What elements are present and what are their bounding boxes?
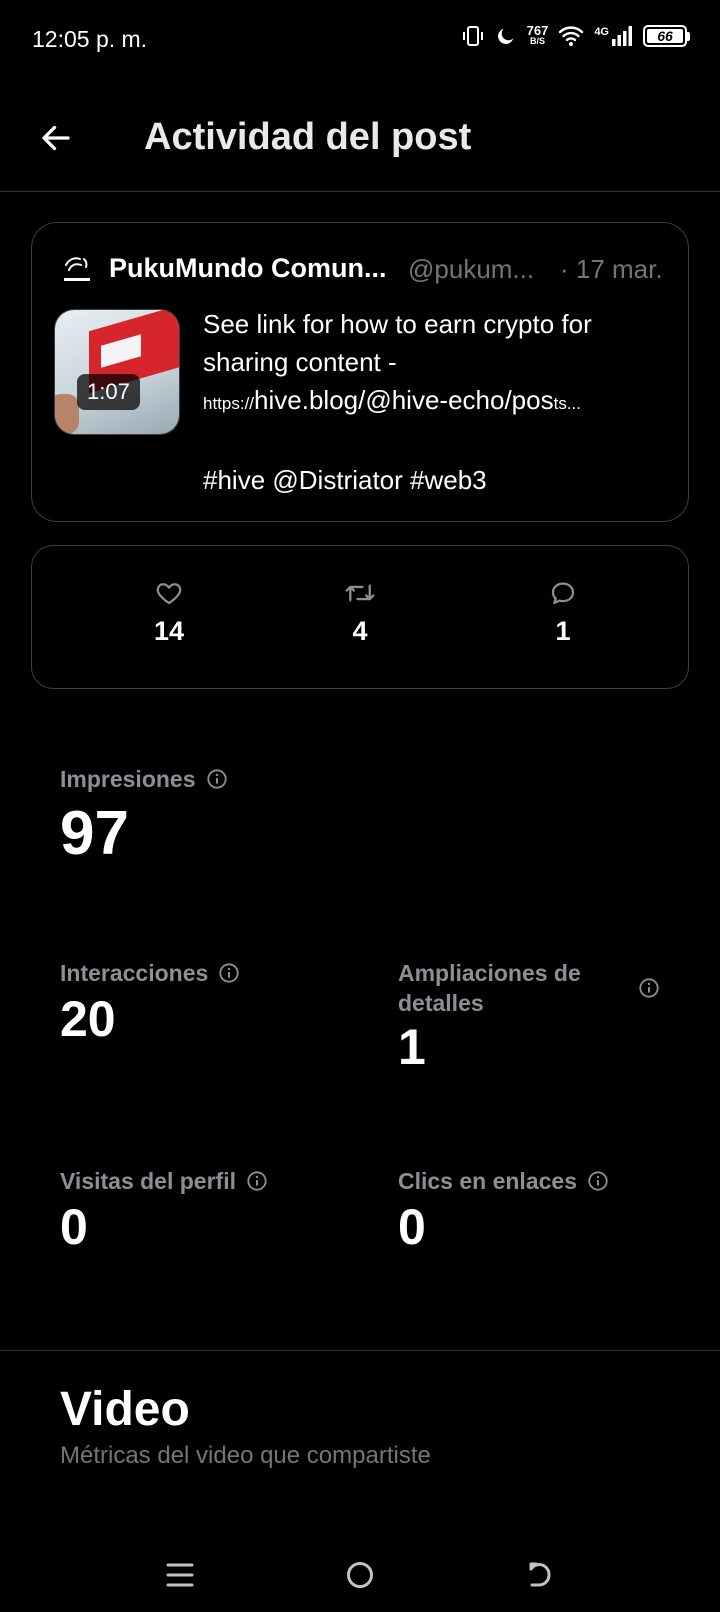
impressions-label: Impresiones bbox=[60, 766, 196, 792]
info-icon[interactable] bbox=[638, 977, 660, 999]
video-section-title: Video bbox=[60, 1383, 190, 1436]
wifi-icon bbox=[559, 26, 584, 46]
status-icons: 767 B/S 4G 66 bbox=[461, 24, 690, 48]
replies-count: 1 bbox=[555, 616, 571, 646]
info-icon[interactable] bbox=[218, 962, 240, 984]
page-title: Actividad del post bbox=[144, 116, 472, 158]
arrow-left-icon bbox=[42, 125, 70, 151]
profile-visits-label: Visitas del perfil bbox=[60, 1168, 236, 1194]
signal-icon bbox=[612, 26, 632, 46]
author-avatar[interactable] bbox=[60, 253, 94, 287]
likes-count: 14 bbox=[153, 616, 185, 646]
post-text: See link for how to earn crypto for shar… bbox=[203, 305, 663, 499]
profile-visits-metric: Visitas del perfil 0 bbox=[60, 1166, 268, 1256]
interactions-value: 20 bbox=[60, 991, 116, 1047]
interactions-metric: Interacciones 20 bbox=[60, 958, 240, 1048]
top-app-bar: Actividad del post bbox=[0, 90, 720, 192]
reply-bubble-icon bbox=[551, 582, 575, 605]
network-type: 4G bbox=[594, 26, 609, 38]
replies-stat: 1 bbox=[503, 578, 623, 647]
post-date: · 17 mar. bbox=[560, 254, 663, 284]
interactions-label: Interacciones bbox=[60, 960, 209, 986]
detail-expands-label-line: detalles bbox=[398, 990, 484, 1016]
author-handle[interactable]: @pukum... bbox=[408, 254, 548, 285]
section-divider bbox=[0, 1350, 720, 1351]
pukumundo-logo-icon bbox=[64, 257, 90, 281]
info-icon[interactable] bbox=[587, 1170, 609, 1192]
heart-icon bbox=[156, 583, 182, 605]
post-activity-screen: 12:05 p. m. 767 B/S 4G 66 Actividad del … bbox=[0, 0, 720, 1612]
post-text-line: sharing content - bbox=[203, 347, 397, 377]
engagement-summary: 14 4 1 bbox=[31, 545, 689, 689]
network-speed-unit: B/S bbox=[529, 36, 545, 46]
repost-icon bbox=[345, 584, 375, 602]
home-circle-icon bbox=[347, 1562, 373, 1588]
detail-expands-value: 1 bbox=[398, 1019, 426, 1075]
info-icon[interactable] bbox=[246, 1170, 268, 1192]
author-name[interactable]: PukuMundo Comun... bbox=[109, 253, 399, 284]
video-section-subtitle: Métricas del video que compartiste bbox=[60, 1442, 431, 1469]
menu-lines-icon bbox=[166, 1563, 194, 1587]
info-icon[interactable] bbox=[206, 768, 228, 790]
do-not-disturb-moon-icon bbox=[497, 28, 513, 44]
video-thumbnail[interactable]: 1:07 bbox=[54, 309, 180, 435]
status-bar: 12:05 p. m. 767 B/S 4G 66 bbox=[0, 0, 720, 80]
status-time: 12:05 p. m. bbox=[32, 26, 148, 52]
home-button[interactable] bbox=[330, 1550, 390, 1600]
link-main: hive.blog/@hive-echo/pos bbox=[254, 385, 554, 415]
detail-expands-metric: Ampliaciones de detalles 1 bbox=[398, 958, 660, 1076]
likes-stat: 14 bbox=[109, 578, 229, 647]
network-speed: 767 B/S bbox=[526, 23, 549, 47]
profile-visits-value: 0 bbox=[60, 1199, 88, 1255]
back-nav-button[interactable] bbox=[510, 1550, 570, 1600]
reposts-count: 4 bbox=[352, 616, 368, 646]
link-clicks-value: 0 bbox=[398, 1199, 426, 1255]
system-navigation-bar bbox=[0, 1540, 720, 1612]
link-clicks-label: Clics en enlaces bbox=[398, 1168, 577, 1194]
post-link[interactable]: https://hive.blog/@hive-echo/posts... bbox=[203, 381, 663, 423]
reposts-stat: 4 bbox=[300, 578, 420, 647]
post-hashtags[interactable]: #hive @Distriator #web3 bbox=[203, 461, 663, 499]
battery-body: 66 bbox=[643, 25, 687, 47]
video-duration-badge: 1:07 bbox=[77, 374, 140, 410]
back-arrow-icon bbox=[529, 1562, 551, 1587]
post-preview-card[interactable]: PukuMundo Comun... @pukum... · 17 mar. 1… bbox=[31, 222, 689, 522]
impressions-metric: Impresiones 97 bbox=[60, 764, 228, 869]
impressions-value: 97 bbox=[60, 799, 129, 868]
battery-indicator: 66 bbox=[643, 25, 690, 47]
recent-apps-button[interactable] bbox=[150, 1550, 210, 1600]
link-prefix: https:// bbox=[203, 394, 255, 413]
battery-tip bbox=[687, 31, 690, 41]
network-speed-value: 767 bbox=[526, 23, 549, 38]
detail-expands-label-line: Ampliaciones de bbox=[398, 960, 581, 986]
vibrate-icon bbox=[462, 26, 483, 46]
back-button[interactable] bbox=[30, 112, 82, 164]
post-text-line: See link for how to earn crypto for bbox=[203, 309, 592, 339]
link-suffix: ts... bbox=[553, 394, 582, 413]
link-clicks-metric: Clics en enlaces 0 bbox=[398, 1166, 609, 1256]
battery-level: 66 bbox=[647, 29, 683, 43]
